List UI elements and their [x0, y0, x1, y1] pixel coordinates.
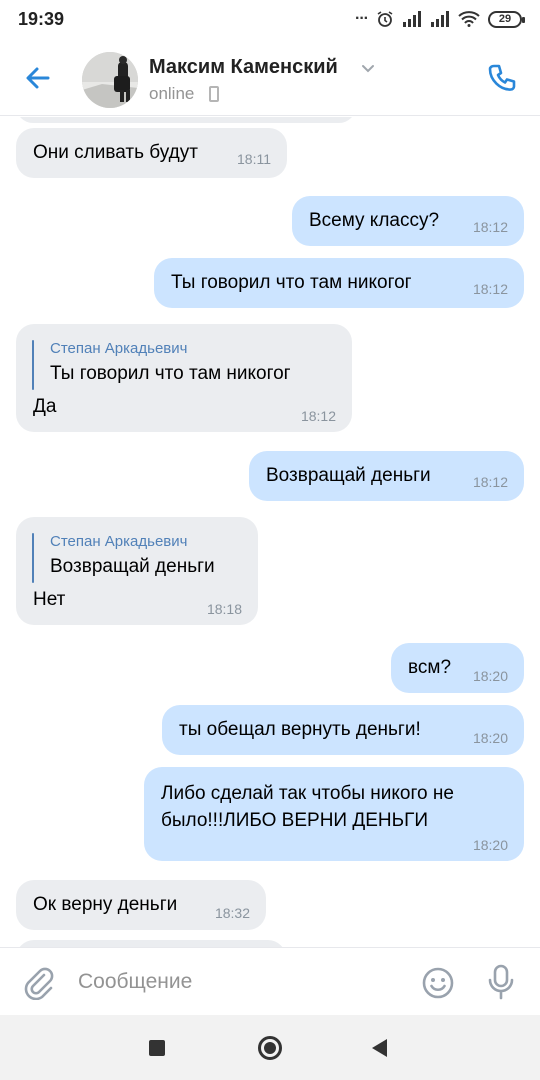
- status-time: 19:39: [18, 9, 65, 29]
- message-bubble-partial[interactable]: [16, 117, 356, 123]
- alarm-icon: [377, 11, 393, 27]
- message-time: 18:20: [472, 837, 508, 853]
- message-bubble[interactable]: Ты говорил что там никогог 18:12: [154, 258, 524, 308]
- system-nav-bar: [0, 1015, 540, 1080]
- message-bubble[interactable]: всм? 18:20: [391, 643, 524, 693]
- message-composer: [0, 947, 540, 1015]
- contact-status: online: [149, 84, 195, 103]
- message-time: 18:12: [472, 281, 508, 297]
- emoji-icon[interactable]: [421, 966, 455, 1000]
- avatar[interactable]: [82, 52, 138, 108]
- message-text: Возвращай деньги: [266, 465, 431, 486]
- message-bubble[interactable]: Либо сделай так чтобы никого не было!!!Л…: [144, 767, 524, 861]
- message-text: Нет: [33, 589, 66, 610]
- message-text: ты обещал вернуть деньги!: [179, 719, 421, 740]
- chevron-down-icon[interactable]: [360, 60, 376, 76]
- wifi-icon: [458, 11, 480, 27]
- home-circle-icon[interactable]: [258, 1036, 282, 1060]
- message-time: 18:11: [237, 151, 271, 167]
- paperclip-icon[interactable]: [22, 966, 56, 1000]
- message-bubble-reply[interactable]: Степан Аркадьевич Ты говорил что там ник…: [16, 324, 352, 432]
- reply-quote-bar: [32, 340, 34, 390]
- contact-name[interactable]: Максим Каменский: [149, 56, 338, 79]
- phone-icon[interactable]: [486, 62, 518, 94]
- status-bar: 19:39 ··· 29: [0, 0, 540, 38]
- message-list[interactable]: Они сливать будут 18:11 Всему классу? 18…: [0, 117, 540, 947]
- message-time: 18:12: [472, 219, 508, 235]
- reply-text: Ты говорил что там никогог: [50, 363, 291, 384]
- reply-quote-bar: [32, 533, 34, 583]
- message-time: 18:20: [472, 668, 508, 684]
- message-bubble-partial[interactable]: [16, 940, 286, 947]
- message-bubble[interactable]: Возвращай деньги 18:12: [249, 451, 524, 501]
- message-bubble[interactable]: ты обещал вернуть деньги! 18:20: [162, 705, 524, 755]
- message-bubble-reply[interactable]: Степан Аркадьевич Возвращай деньги Нет 1…: [16, 517, 258, 625]
- message-time: 18:32: [214, 905, 250, 921]
- back-arrow-icon[interactable]: [22, 62, 54, 94]
- more-dots-icon: ···: [355, 10, 369, 27]
- status-icons: ··· 29: [355, 9, 525, 29]
- signal-icon: [403, 11, 421, 27]
- message-text: Да: [33, 396, 57, 417]
- message-bubble[interactable]: Ок верну деньги 18:32: [16, 880, 266, 930]
- message-time: 18:12: [472, 474, 508, 490]
- mobile-device-icon: [209, 86, 219, 102]
- avatar-photo: [82, 52, 138, 108]
- microphone-icon[interactable]: [486, 964, 516, 1000]
- reply-text: Возвращай деньги: [50, 556, 215, 577]
- signal-icon: [431, 11, 449, 27]
- chat-header: Максим Каменский online: [0, 38, 540, 116]
- message-text: Всему классу?: [309, 210, 440, 231]
- back-triangle-icon[interactable]: [372, 1039, 387, 1057]
- message-time: 18:18: [206, 601, 242, 617]
- battery-icon: 29: [488, 10, 525, 28]
- message-text-line: Либо сделай так чтобы никого не: [161, 783, 454, 804]
- message-text-line: было!!!ЛИБО ВЕРНИ ДЕНЬГИ: [161, 810, 429, 831]
- message-time: 18:20: [472, 730, 508, 746]
- reply-author: Степан Аркадьевич: [50, 340, 188, 357]
- message-bubble[interactable]: Они сливать будут 18:11: [16, 128, 287, 178]
- reply-author: Степан Аркадьевич: [50, 533, 188, 550]
- message-text: Они сливать будут: [33, 142, 198, 163]
- message-input[interactable]: [78, 962, 398, 1002]
- message-text: Ок верну деньги: [33, 894, 178, 915]
- message-bubble[interactable]: Всему классу? 18:12: [292, 196, 524, 246]
- recents-square-icon[interactable]: [149, 1040, 165, 1056]
- message-text: Ты говорил что там никогог: [171, 272, 412, 293]
- message-text: всм?: [408, 657, 452, 678]
- message-time: 18:12: [300, 408, 336, 424]
